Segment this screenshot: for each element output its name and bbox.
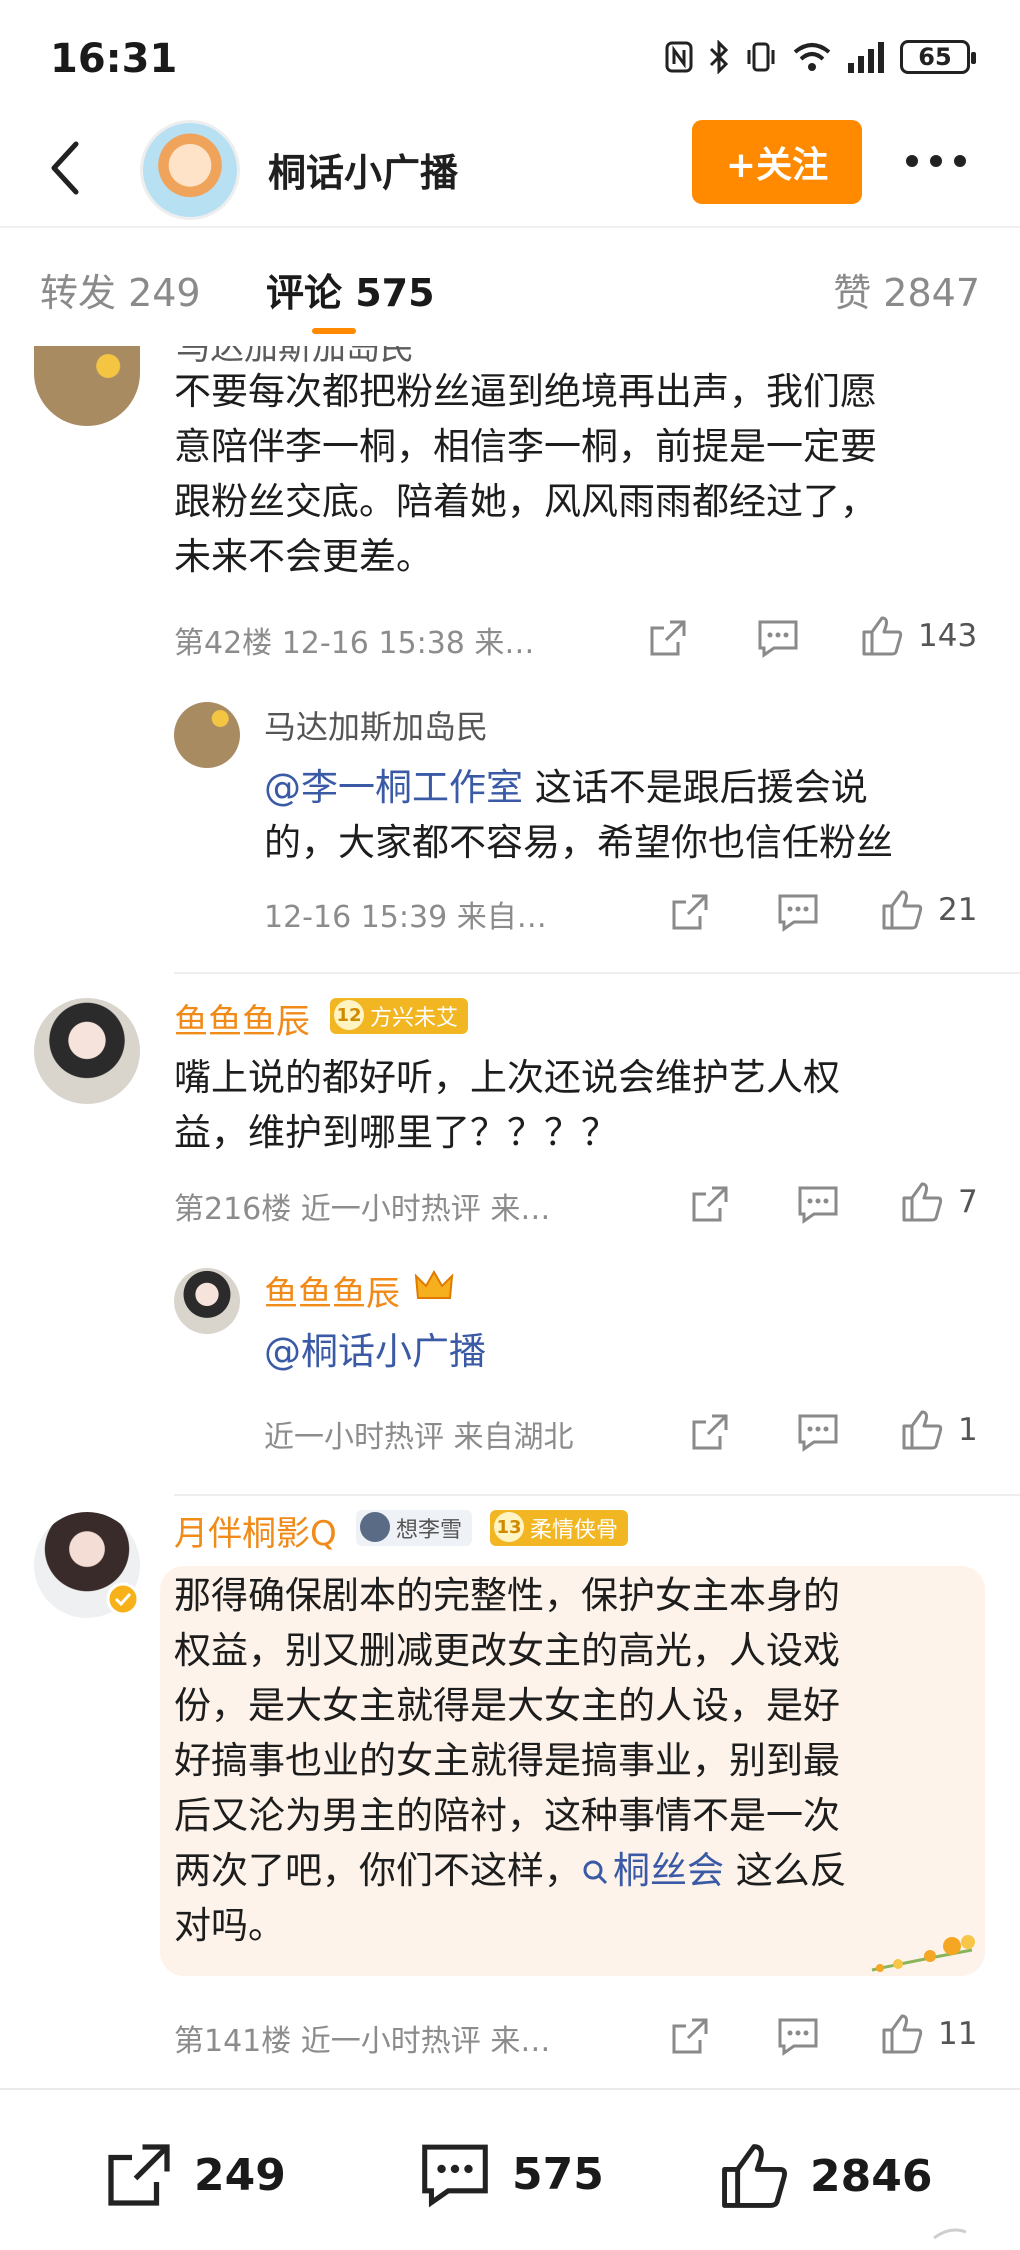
signal-icon <box>848 42 884 73</box>
comment-button[interactable]: 575 <box>418 2140 604 2208</box>
bluetooth-icon <box>709 40 729 74</box>
like-count: 1 <box>958 1412 978 1448</box>
tab-likes[interactable]: 赞 2847 <box>833 262 980 317</box>
post-header: 桐话小广播 +关注 <box>0 120 1020 225</box>
thumbs-up-icon <box>882 2014 923 2054</box>
gesture-indicator-icon <box>933 2228 967 2240</box>
comment-icon <box>778 2018 818 2056</box>
reply-author-name[interactable]: 马达加斯加岛民 <box>264 702 488 748</box>
comment-icon <box>778 894 818 932</box>
crown-icon <box>414 1269 454 1299</box>
share-comment-button[interactable] <box>690 1184 730 1224</box>
comment-divider <box>174 1494 1020 1496</box>
reply-to-reply-button[interactable] <box>796 1412 840 1452</box>
account-name[interactable]: 桐话小广播 <box>268 142 458 197</box>
share-comment-button[interactable] <box>648 618 688 658</box>
fan-group-badge[interactable]: 想李雪 <box>356 1510 473 1546</box>
comment-text: 那得确保剧本的完整性，保护女主本身的 权益，别又删减更改女主的高光，人设戏 份，… <box>174 1574 847 1947</box>
comment-icon <box>798 1186 838 1224</box>
reply-avatar[interactable] <box>174 1268 240 1334</box>
like-count: 143 <box>918 618 978 654</box>
account-avatar[interactable] <box>140 120 240 220</box>
comment-icon <box>758 620 798 658</box>
clock: 16:31 <box>50 36 178 82</box>
like-comment-button[interactable]: 7 <box>900 1180 978 1224</box>
share-icon <box>672 2018 708 2054</box>
commenter-avatar[interactable] <box>34 346 140 426</box>
fan-level-badge[interactable]: 柔情侠骨 <box>490 1510 629 1546</box>
reply-meta: 12-16 15:39 来自… <box>264 900 547 935</box>
reply-comment-button[interactable] <box>776 2016 820 2056</box>
commenter-name[interactable]: 月伴桐影Q <box>174 1506 337 1555</box>
back-button[interactable] <box>36 138 96 198</box>
like-count: 21 <box>938 892 978 928</box>
search-icon <box>583 1860 608 1885</box>
comment-meta: 第141楼 近一小时热评 来… <box>174 2024 551 2059</box>
reply-to-reply-button[interactable] <box>776 892 820 932</box>
bottom-action-bar: 249 575 2846 <box>0 2088 1020 2250</box>
status-icons: 65 <box>664 40 976 74</box>
more-options-button[interactable] <box>906 146 976 176</box>
share-icon <box>650 620 686 656</box>
like-reply-button[interactable]: 1 <box>900 1408 978 1452</box>
mention-link[interactable]: @桐话小广播 <box>264 1330 486 1373</box>
share-icon <box>692 1414 728 1450</box>
comment-text: 不要每次都把粉丝逼到绝境再出声，我们愿 意陪伴李一桐，相信李一桐，前提是一定要 … <box>174 370 877 578</box>
comment-icon <box>798 1414 838 1452</box>
reply-author-name[interactable]: 鱼鱼鱼辰 <box>264 1266 400 1315</box>
thumbs-up-icon <box>902 1182 943 1222</box>
comment-count: 575 <box>512 2148 604 2200</box>
like-count: 11 <box>938 2016 978 2052</box>
commenter-name[interactable]: 鱼鱼鱼辰 <box>174 994 310 1043</box>
chevron-left-icon <box>51 141 79 195</box>
topic-link[interactable]: 桐丝会 <box>581 1849 724 1892</box>
like-reply-button[interactable]: 21 <box>880 888 977 932</box>
comment-divider <box>174 972 1020 974</box>
share-icon <box>108 2144 170 2206</box>
active-tab-indicator <box>312 328 356 334</box>
share-reply-button[interactable] <box>670 892 710 932</box>
comment-meta: 第42楼 12-16 15:38 来… <box>174 626 535 661</box>
battery-level: 65 <box>918 43 952 71</box>
thumbs-up-icon <box>722 2144 787 2208</box>
tab-reposts[interactable]: 转发 249 <box>40 262 201 317</box>
wifi-icon <box>793 43 831 71</box>
like-count: 7 <box>958 1184 978 1220</box>
like-comment-button[interactable]: 143 <box>860 614 977 658</box>
thumbs-up-icon <box>902 1410 943 1450</box>
comment-icon <box>422 2144 488 2208</box>
fan-level-badge[interactable]: 方兴未艾 <box>330 998 469 1034</box>
status-bar: 16:31 65 <box>0 0 1020 120</box>
flower-decoration-icon <box>871 1935 975 1972</box>
comment-meta: 第216楼 近一小时热评 来… <box>174 1192 551 1227</box>
follow-button[interactable]: +关注 <box>692 120 862 204</box>
reply-comment-button[interactable] <box>796 1184 840 1224</box>
thumbs-up-icon <box>862 616 903 656</box>
comment-text: 嘴上说的都好听，上次还说会维护艺人权 益，维护到哪里了？？？？ <box>174 1056 840 1154</box>
reply-text: @李一桐工作室 这话不是跟后援会说 的，大家都不容易，希望你也信任粉丝 <box>264 766 893 864</box>
post-tabs: 转发 249 评论 575 赞 2847 <box>0 226 1020 346</box>
like-button[interactable]: 2846 <box>718 2140 932 2212</box>
share-comment-button[interactable] <box>670 2016 710 2056</box>
reply-text: @桐话小广播 <box>264 1324 486 1379</box>
tab-comments[interactable]: 评论 575 <box>266 262 435 317</box>
commenter-avatar[interactable] <box>34 998 140 1104</box>
like-count: 2846 <box>810 2150 933 2202</box>
reply-comment-button[interactable] <box>756 618 800 658</box>
like-comment-button[interactable]: 11 <box>880 2012 977 2056</box>
repost-count: 249 <box>194 2149 286 2201</box>
mention-link[interactable]: @李一桐工作室 <box>264 766 523 809</box>
repost-button[interactable]: 249 <box>104 2140 286 2210</box>
share-reply-button[interactable] <box>690 1412 730 1452</box>
reply-meta: 近一小时热评 来自湖北 <box>264 1420 574 1455</box>
comment-list: 马达加斯加岛民 不要每次都把粉丝逼到绝境再出声，我们愿 意陪伴李一桐，相信李一桐… <box>0 346 1020 2086</box>
reply-avatar[interactable] <box>174 702 240 768</box>
thumbs-up-icon <box>882 890 923 930</box>
vibrate-icon <box>747 42 775 72</box>
verified-badge-icon <box>106 1582 140 1616</box>
battery-icon: 65 <box>900 40 976 74</box>
nfc-icon <box>665 41 693 73</box>
share-icon <box>692 1186 728 1222</box>
share-icon <box>672 894 708 930</box>
